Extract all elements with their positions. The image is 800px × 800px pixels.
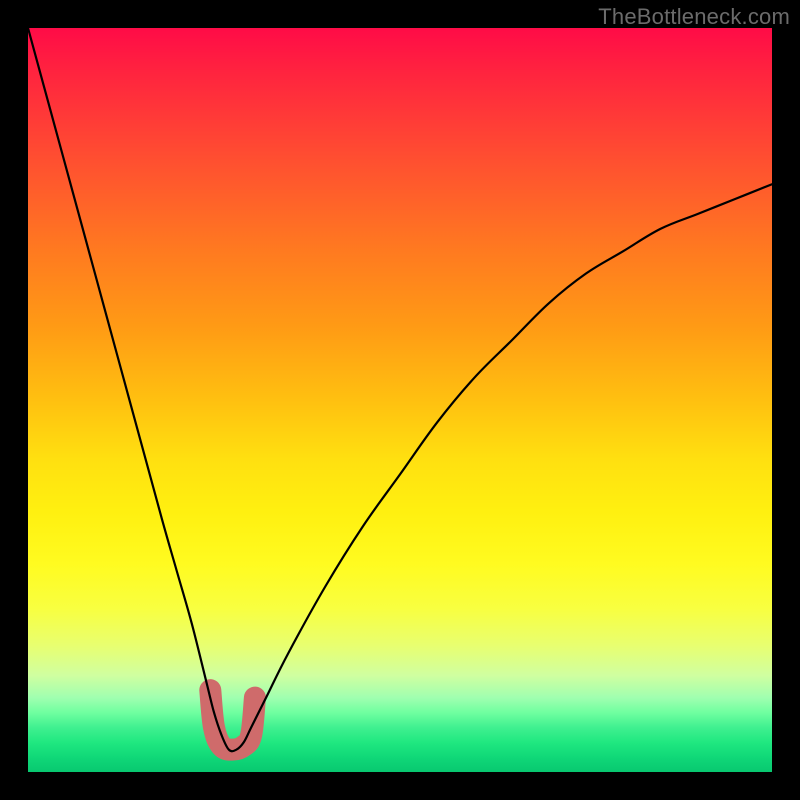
- watermark-text: TheBottleneck.com: [598, 4, 790, 30]
- plot-svg: [28, 28, 772, 772]
- bottleneck-curve: [28, 28, 772, 751]
